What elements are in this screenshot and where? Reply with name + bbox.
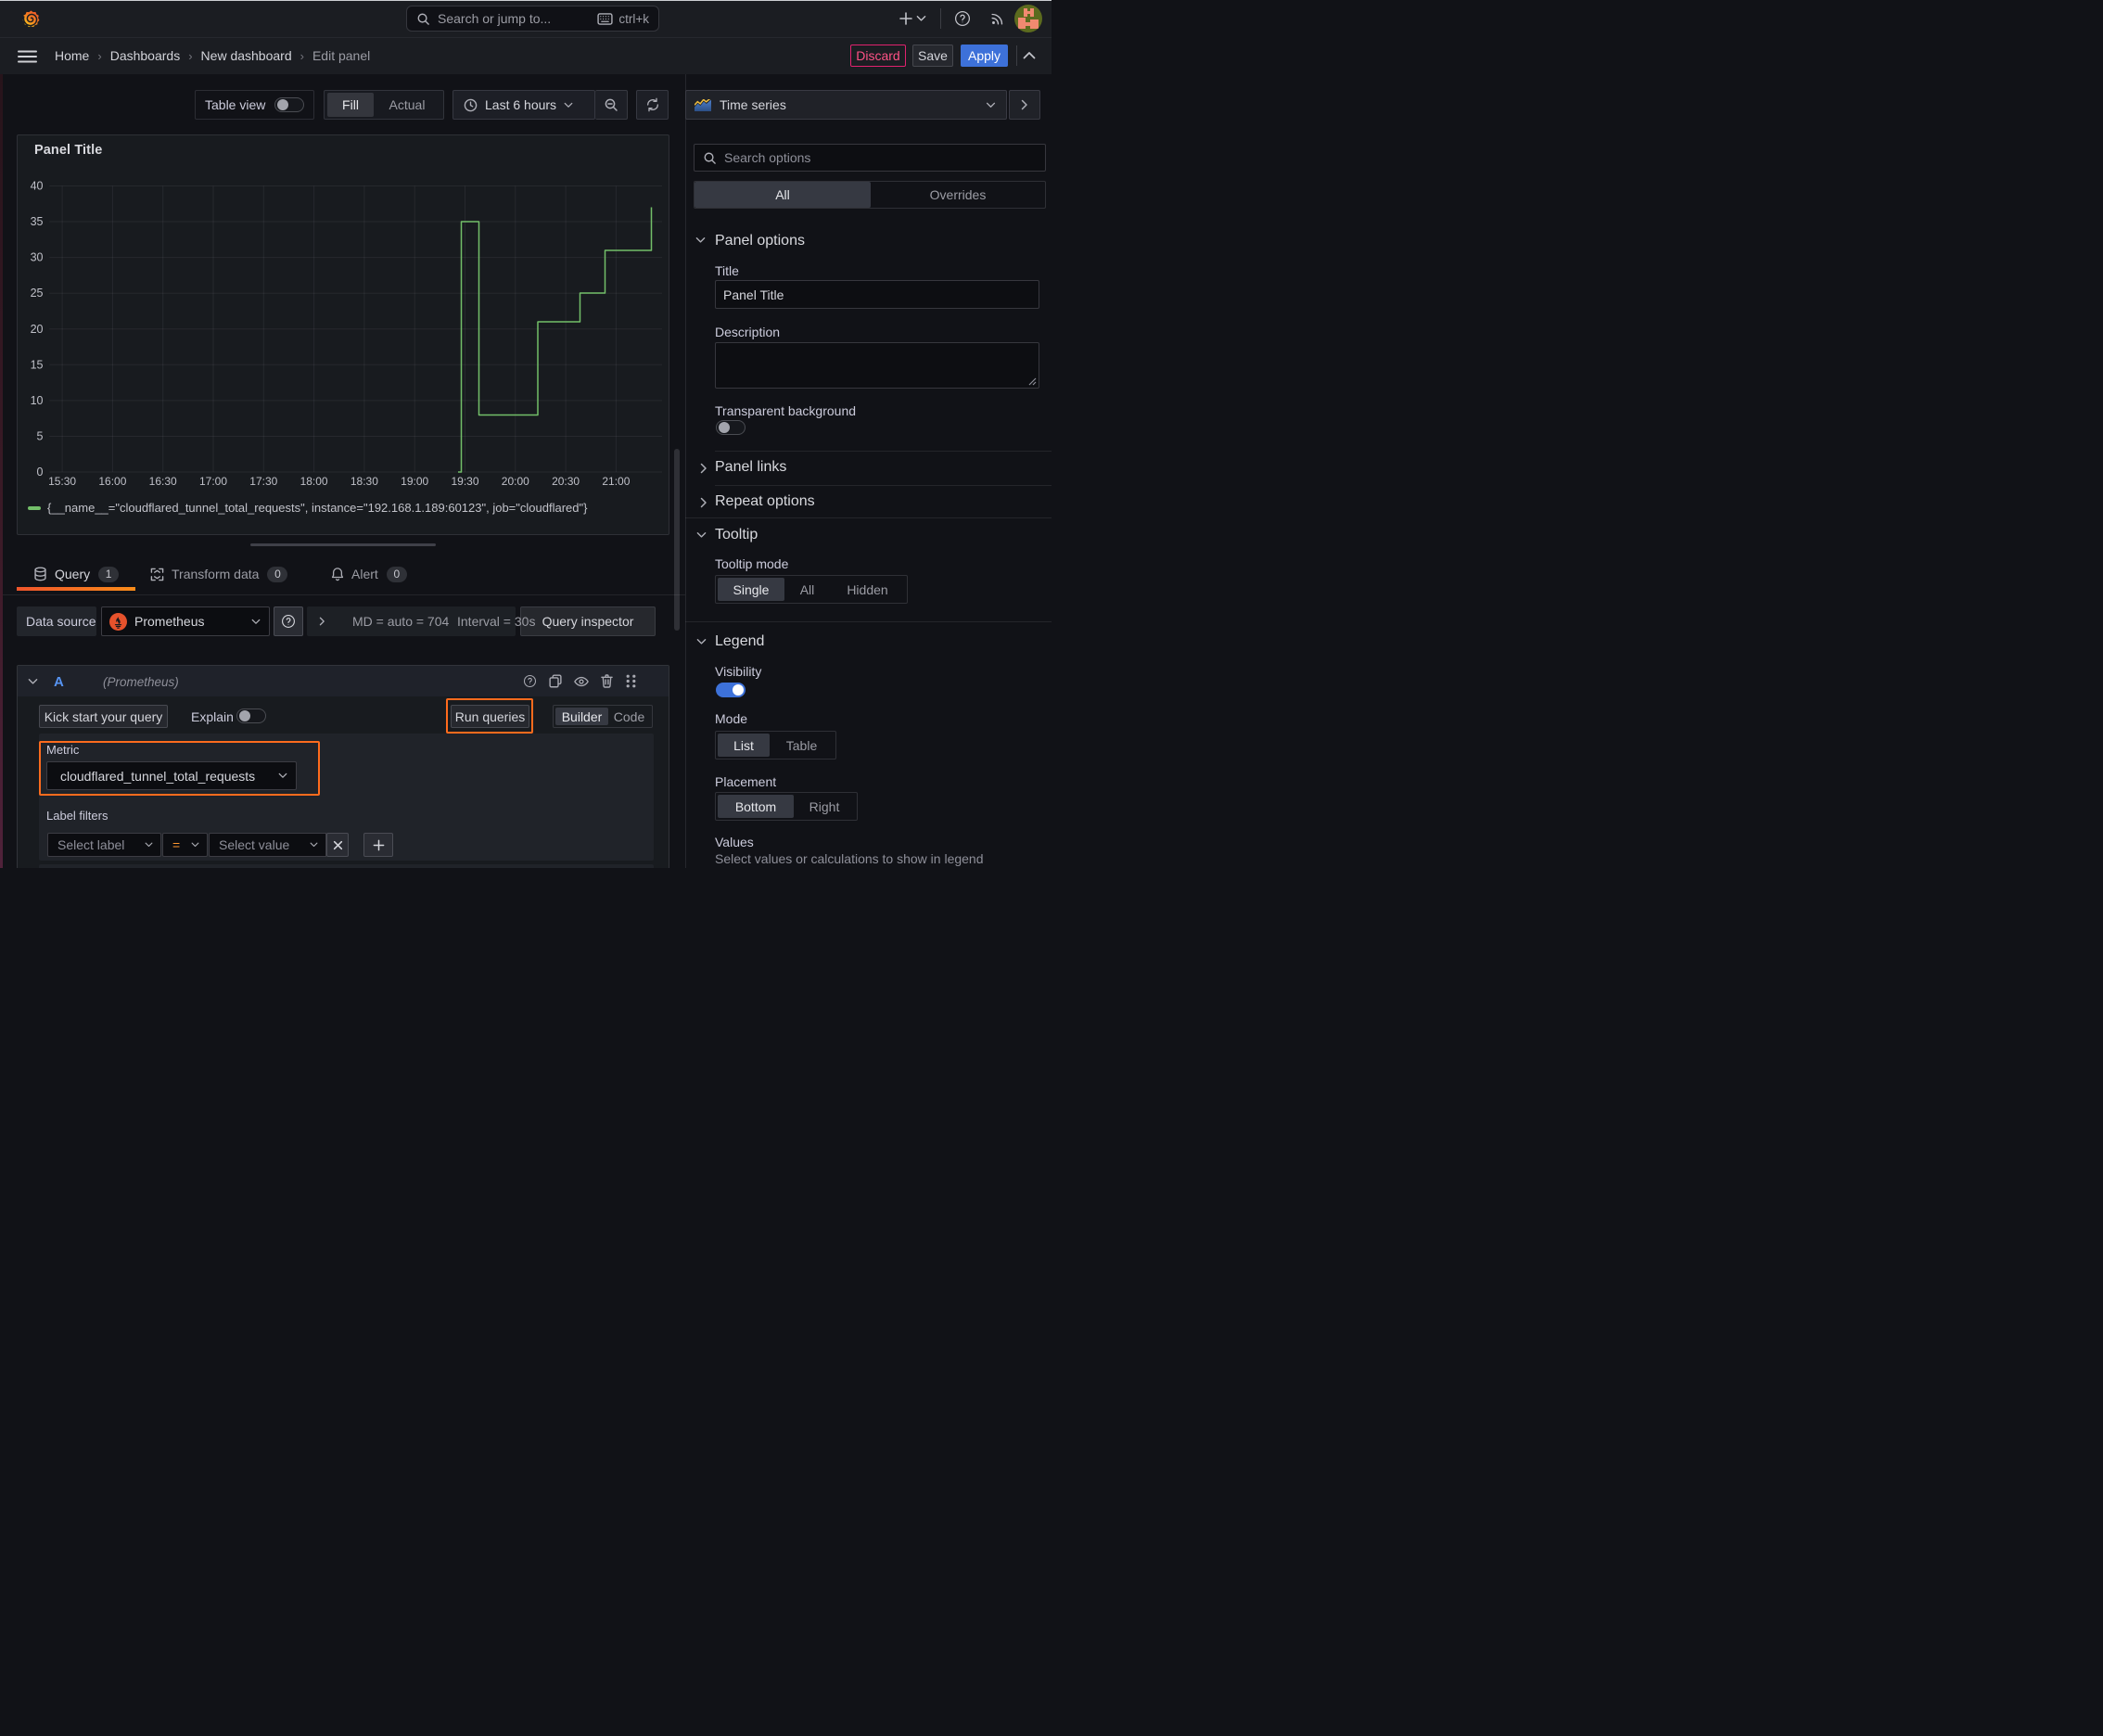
svg-text:30: 30 [31,251,44,264]
svg-text:19:30: 19:30 [451,475,478,488]
svg-text:19:00: 19:00 [401,475,428,488]
svg-text:20:00: 20:00 [502,475,529,488]
svg-text:17:30: 17:30 [249,475,277,488]
svg-text:15:30: 15:30 [48,475,76,488]
svg-text:20: 20 [31,323,44,336]
svg-text:40: 40 [31,180,44,193]
svg-text:5: 5 [37,429,44,442]
svg-text:0: 0 [37,466,44,479]
svg-text:21:00: 21:00 [602,475,630,488]
svg-text:15: 15 [31,358,44,371]
svg-text:16:00: 16:00 [98,475,126,488]
svg-text:25: 25 [31,287,44,300]
svg-text:35: 35 [31,215,44,228]
svg-text:10: 10 [31,394,44,407]
svg-text:20:30: 20:30 [552,475,580,488]
svg-text:18:00: 18:00 [300,475,328,488]
svg-text:16:30: 16:30 [149,475,177,488]
svg-text:18:30: 18:30 [350,475,378,488]
svg-text:17:00: 17:00 [199,475,227,488]
